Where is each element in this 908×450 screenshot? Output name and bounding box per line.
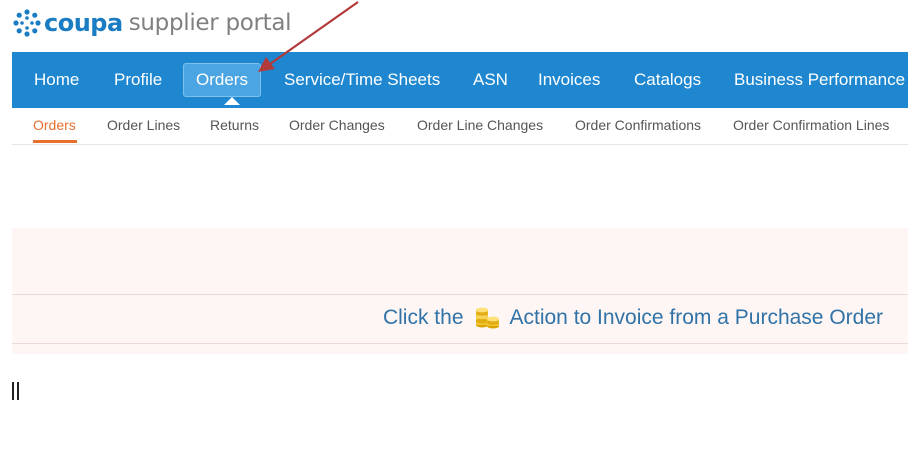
nav-orders[interactable]: Orders <box>183 63 261 97</box>
nav-invoices[interactable]: Invoices <box>538 66 600 94</box>
subnav-orders[interactable]: Orders <box>33 117 76 133</box>
subnav-order-lines[interactable]: Order Lines <box>107 117 180 133</box>
logo-brand-text: coupa <box>44 9 123 37</box>
top-navigation-bar: Home Profile Orders Service/Time Sheets … <box>12 52 908 108</box>
notice-panel <box>12 228 908 354</box>
subnav-order-confirmations[interactable]: Order Confirmations <box>575 117 701 133</box>
nav-catalogs[interactable]: Catalogs <box>634 66 701 94</box>
coupa-logo[interactable]: coupa supplier portal <box>12 6 292 40</box>
text-cursor-icon <box>12 382 22 400</box>
nav-asn[interactable]: ASN <box>473 66 508 94</box>
nav-profile[interactable]: Profile <box>114 66 162 94</box>
active-tab-caret <box>224 97 240 105</box>
notice-divider-top <box>12 294 908 295</box>
sub-navigation-bar: Orders Order Lines Returns Order Changes… <box>12 108 908 145</box>
notice-suffix: Action to Invoice from a Purchase Order <box>509 306 884 329</box>
coupa-burst-icon <box>13 9 41 37</box>
logo-product-text: supplier portal <box>128 10 292 36</box>
subnav-order-confirmation-lines[interactable]: Order Confirmation Lines <box>733 117 889 133</box>
nav-service-time-sheets[interactable]: Service/Time Sheets <box>284 66 440 94</box>
subnav-active-underline <box>33 140 77 143</box>
notice-message: Click the Action to Invoice from a Purch… <box>383 306 883 330</box>
nav-business-performance[interactable]: Business Performance <box>734 66 905 94</box>
coins-invoice-icon <box>475 307 499 329</box>
nav-home[interactable]: Home <box>34 66 79 94</box>
notice-prefix: Click the <box>382 306 464 329</box>
notice-divider-bottom <box>12 343 908 344</box>
subnav-returns[interactable]: Returns <box>210 117 259 133</box>
subnav-order-line-changes[interactable]: Order Line Changes <box>417 117 543 133</box>
subnav-order-changes[interactable]: Order Changes <box>289 117 385 133</box>
